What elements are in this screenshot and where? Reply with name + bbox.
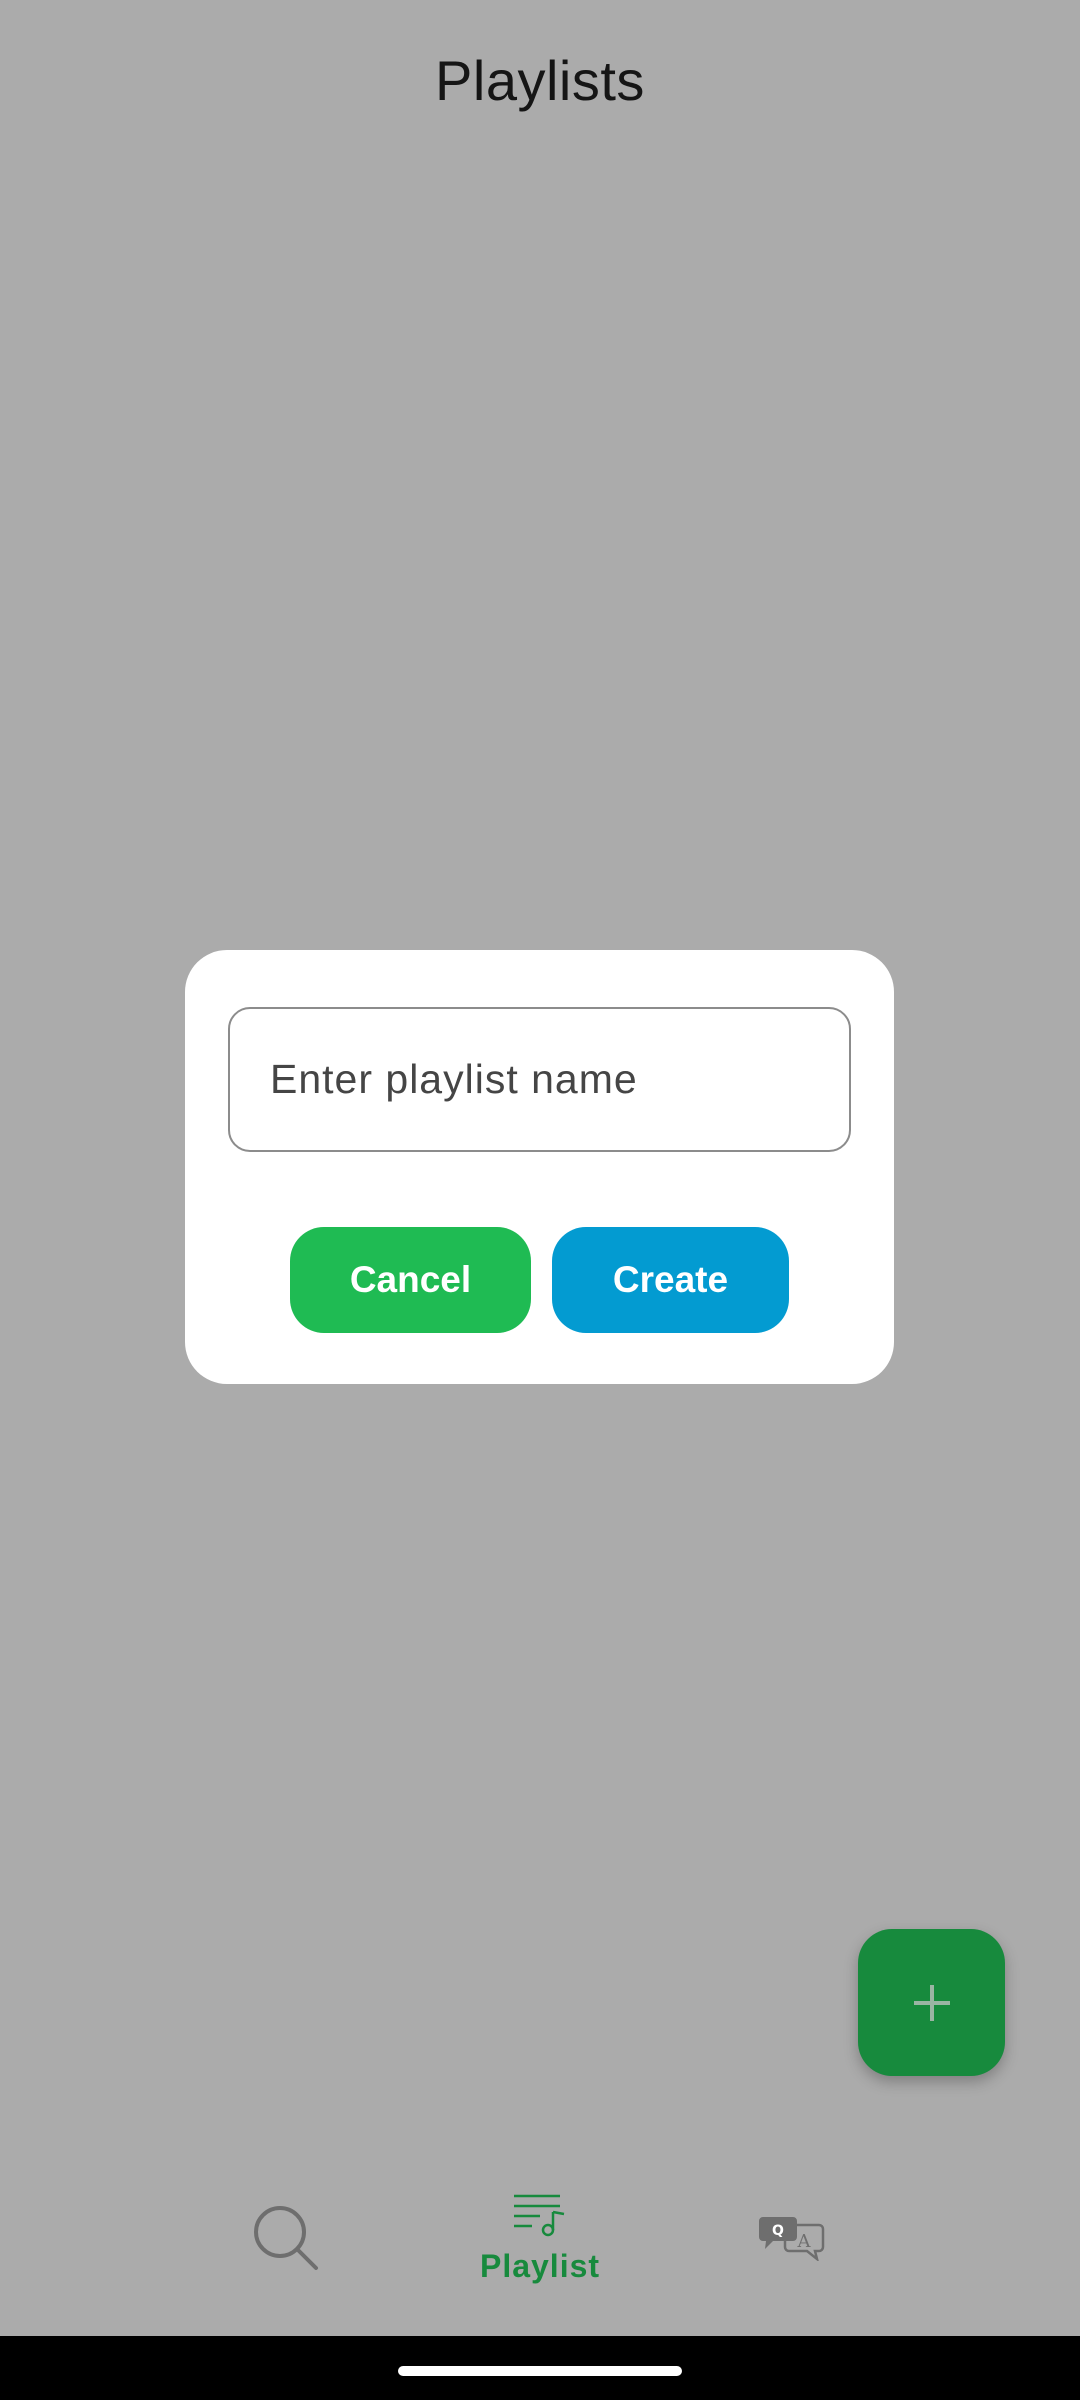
nav-item-playlist[interactable]: Playlist: [440, 2140, 640, 2336]
svg-text:Q: Q: [772, 2223, 784, 2239]
add-playlist-button[interactable]: [858, 1929, 1005, 2076]
qa-chat-icon: A Q: [759, 2217, 825, 2261]
plus-icon: [913, 1984, 950, 2021]
bottom-navigation: Playlist A Q: [0, 2140, 1080, 2336]
page-title: Playlists: [435, 49, 645, 112]
nav-item-search[interactable]: [186, 2140, 386, 2336]
playlist-music-icon: [514, 2194, 565, 2236]
nav-item-qa[interactable]: A Q: [692, 2140, 892, 2336]
system-navigation-bar: [0, 2336, 1080, 2400]
home-indicator[interactable]: [398, 2366, 682, 2376]
playlist-name-input[interactable]: [228, 1007, 851, 1152]
search-icon: [254, 2206, 318, 2270]
create-button[interactable]: Create: [552, 1227, 789, 1333]
svg-text:A: A: [797, 2231, 812, 2252]
create-playlist-dialog: Cancel Create: [185, 950, 894, 1384]
nav-item-label: Playlist: [479, 2247, 601, 2284]
cancel-button[interactable]: Cancel: [290, 1227, 531, 1333]
screen: Playlists Cancel Create: [0, 0, 1080, 2400]
